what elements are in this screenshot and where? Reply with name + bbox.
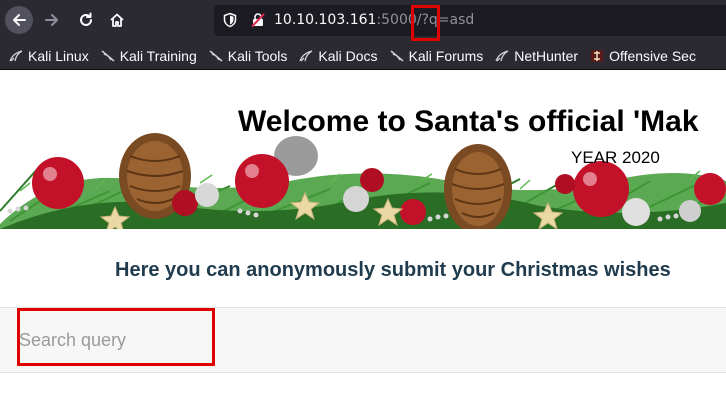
bookmark-label: Kali Forums: [408, 47, 484, 64]
bookmark-label: Kali Training: [119, 47, 197, 64]
bookmark-kali-tools[interactable]: Kali Tools: [209, 47, 288, 64]
bookmark-kali-docs[interactable]: Kali Docs: [299, 47, 378, 64]
home-icon: [110, 13, 124, 27]
arrow-right-icon: [45, 14, 58, 26]
bookmark-kali-training[interactable]: Kali Training: [101, 48, 197, 64]
reload-icon: [80, 12, 92, 26]
kali-dragon-icon: [495, 49, 509, 61]
page-subtitle: Here you can anonymously submit your Chr…: [115, 259, 671, 281]
bookmark-kali-linux[interactable]: Kali Linux: [9, 48, 89, 64]
bookmarks-toolbar: Kali Linux Kali Training Kali Tools Kali…: [0, 42, 726, 70]
arrow-left-icon: [13, 14, 26, 26]
kali-dragon-icon: [390, 49, 404, 62]
bookmark-offensive-security[interactable]: Offensive Sec: [590, 48, 696, 64]
url-text[interactable]: 10.10.103.161:5000/?q=asd: [274, 11, 474, 30]
kali-dragon-icon: [209, 49, 223, 62]
url-param-highlight: [411, 5, 440, 41]
bookmark-label: Kali Tools: [227, 47, 288, 64]
home-button[interactable]: [103, 6, 131, 34]
forward-button[interactable]: [38, 6, 66, 34]
kali-dragon-icon: [299, 49, 313, 61]
web-page: Welcome to Santa's official 'Mak YEAR 20…: [0, 71, 726, 401]
browser-toolbar: 10.10.103.161:5000/?q=asd: [0, 0, 726, 42]
url-host: 10.10.103.161: [274, 12, 377, 28]
reload-button[interactable]: [72, 6, 100, 34]
bookmark-label: Kali Docs: [318, 47, 378, 64]
kali-dragon-icon: [9, 49, 23, 61]
insecure-lock-icon[interactable]: [250, 12, 266, 28]
bookmark-label: Offensive Sec: [609, 47, 696, 64]
shield-icon[interactable]: [222, 12, 238, 28]
address-bar[interactable]: 10.10.103.161:5000/?q=asd: [214, 5, 726, 36]
bookmark-nethunter[interactable]: NetHunter: [495, 48, 578, 64]
back-button[interactable]: [5, 6, 33, 34]
bookmark-label: Kali Linux: [28, 47, 89, 64]
year-label: YEAR 2020: [571, 148, 660, 167]
bookmark-kali-forums[interactable]: Kali Forums: [390, 47, 484, 64]
search-input-highlight: [17, 308, 215, 366]
offsec-icon: [591, 49, 604, 62]
kali-dragon-icon: [101, 49, 115, 62]
page-title: Welcome to Santa's official 'Mak: [238, 105, 699, 138]
bookmark-label: NetHunter: [514, 47, 579, 64]
christmas-banner: Welcome to Santa's official 'Mak YEAR 20…: [0, 71, 726, 229]
